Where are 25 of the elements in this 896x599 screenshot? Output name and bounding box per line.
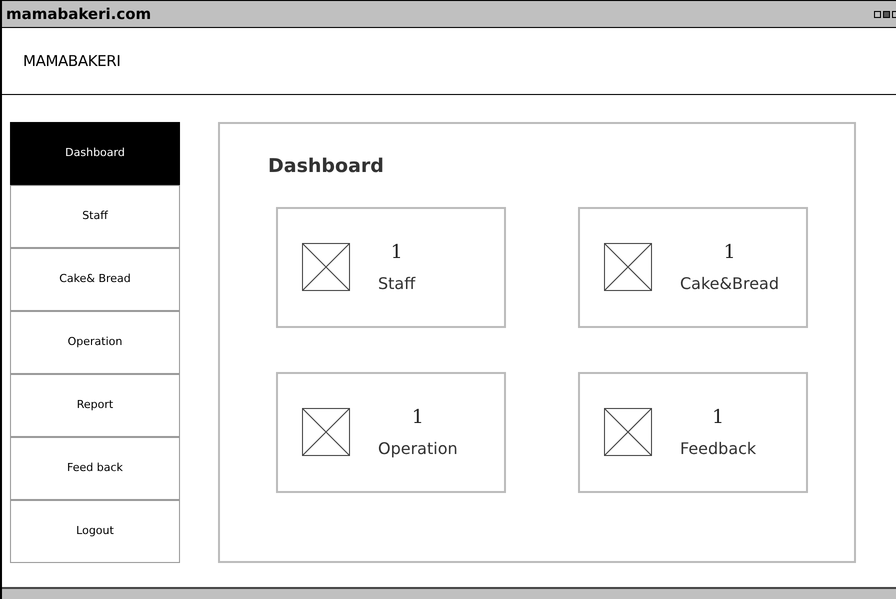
brand-name: MAMABAKERI <box>23 50 120 72</box>
image-placeholder-icon <box>302 243 350 291</box>
stat-label: Staff <box>378 273 416 296</box>
stat-label: Operation <box>378 438 458 460</box>
sidebar-item[interactable]: Report <box>10 374 180 437</box>
sidebar-item[interactable]: Dashboard <box>10 122 180 185</box>
sidebar-item[interactable]: Logout <box>10 500 180 563</box>
close-icon[interactable] <box>892 10 896 18</box>
dashboard-title: Dashboard <box>268 154 385 179</box>
stat-count: 1 <box>723 240 736 265</box>
stat-label: Feedback <box>680 438 756 460</box>
stat-count: 1 <box>412 404 424 430</box>
window-title: mamabakeri.com <box>6 4 152 25</box>
stat-count: 1 <box>712 404 724 430</box>
stat-count: 1 <box>390 240 403 265</box>
sidebar-item[interactable]: Feed back <box>10 437 180 500</box>
maximize-icon[interactable] <box>883 10 890 18</box>
image-placeholder-icon <box>302 408 350 456</box>
sidebar-item[interactable]: Cake& Bread <box>10 248 180 311</box>
sidebar-item[interactable]: Staff <box>10 185 180 248</box>
stat-label: Cake&Bread <box>680 273 779 296</box>
image-placeholder-icon <box>604 408 652 456</box>
image-placeholder-icon <box>604 243 652 291</box>
sidebar-item[interactable]: Operation <box>10 311 180 374</box>
minimize-icon[interactable] <box>874 10 881 18</box>
